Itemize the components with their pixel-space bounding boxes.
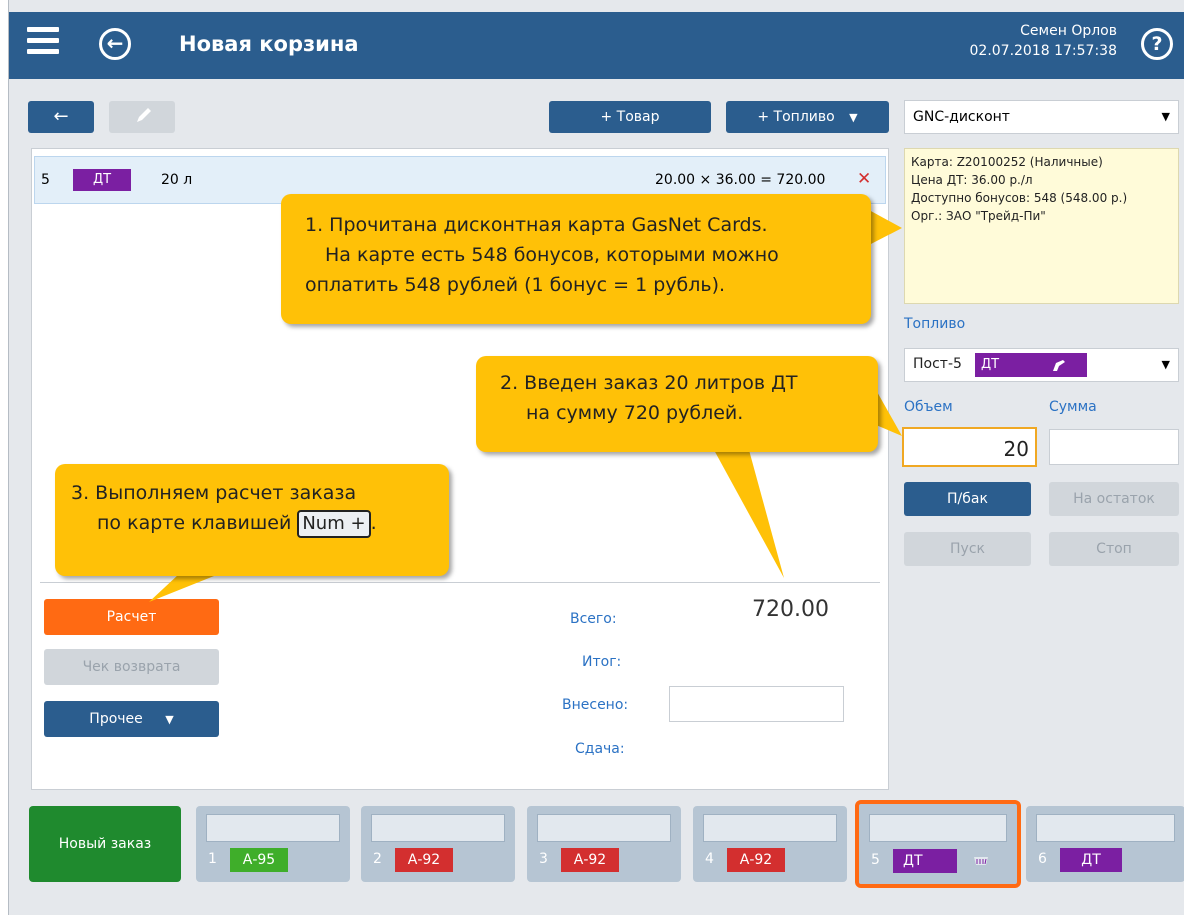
callout-order-entered: 2. Введен заказ 20 литров ДТ на сумму 72… [476, 356, 878, 452]
num-plus-key: Num + [297, 510, 371, 538]
callout-pointers [149, 210, 902, 602]
callout-1-line: На карте есть 548 бонусов, которыми можн… [325, 244, 779, 266]
callout-2-line: на сумму 720 рублей. [526, 402, 744, 424]
callout-1-pointer [869, 210, 902, 245]
callout-3-line-2: по карте клавишей Num +. [71, 508, 449, 538]
callout-2-tail [714, 450, 784, 578]
callout-3-prefix: по карте клавишей [97, 512, 292, 534]
callout-3-tail [149, 574, 219, 602]
callout-3-line: 3. Выполняем расчет заказа [71, 482, 357, 504]
app-window: ← Новая корзина Семен Орлов 02.07.2018 1… [8, 0, 1184, 915]
callout-1-line: 1. Прочитана дисконтная карта GasNet Car… [305, 214, 768, 236]
callout-2-line: 2. Введен заказ 20 литров ДТ [500, 372, 798, 394]
callout-2-pointer [876, 390, 902, 436]
callout-calculate: 3. Выполняем расчет заказа по карте клав… [55, 464, 449, 576]
callout-1-line: оплатить 548 рублей (1 бонус = 1 рубль). [305, 274, 726, 296]
callout-card-read: 1. Прочитана дисконтная карта GasNet Car… [281, 194, 871, 324]
callout-3-suffix: . [370, 512, 377, 534]
